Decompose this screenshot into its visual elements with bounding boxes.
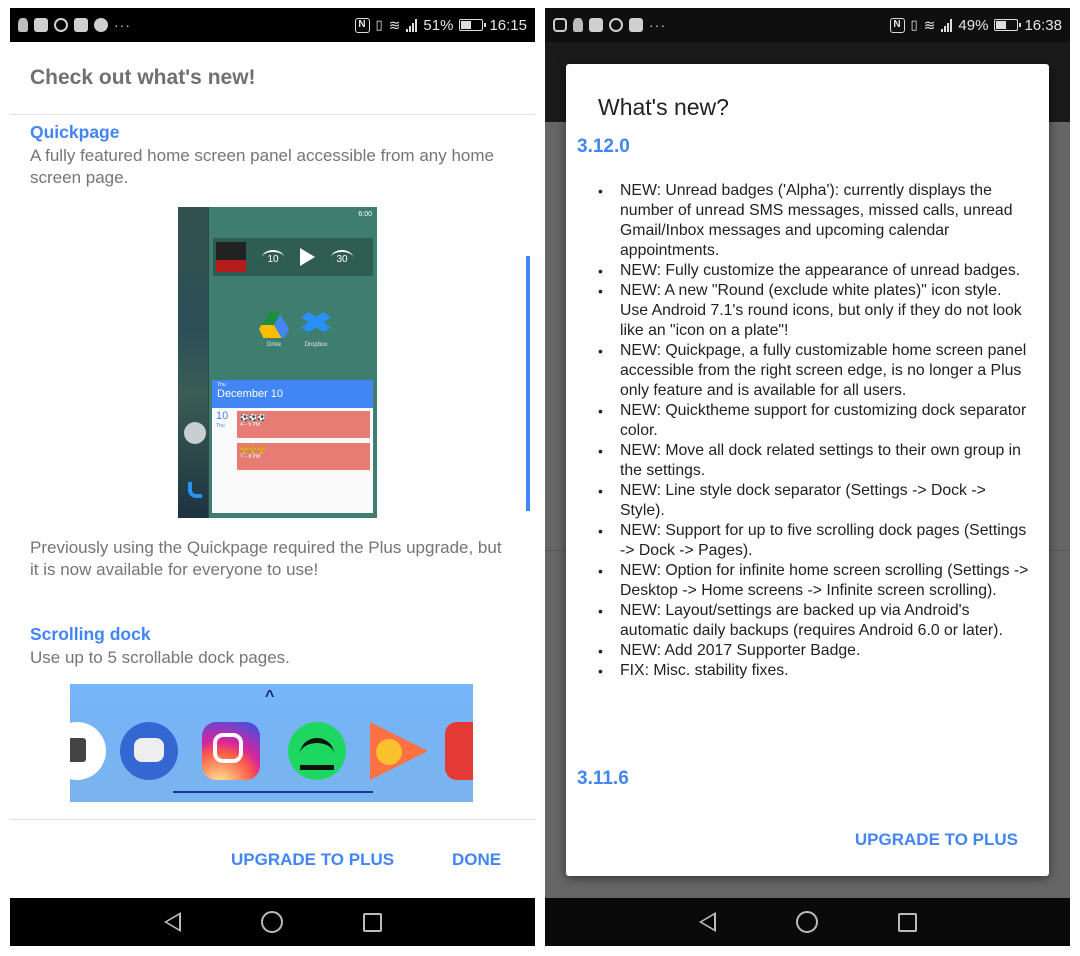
signal-icon bbox=[406, 18, 418, 32]
cal-day: 10 Thu bbox=[216, 410, 229, 430]
messenger-icon bbox=[94, 18, 108, 32]
quickpage-screenshot: 6:00 10 30 Drive Dropbox Thu December 10… bbox=[178, 207, 377, 518]
done-button[interactable]: DONE bbox=[452, 850, 501, 870]
right-phone-screen: ··· N ▯ ≋ 49% 16:38 What's new? 3.12.0 N… bbox=[545, 8, 1070, 946]
rewind-icon: 10 bbox=[262, 249, 284, 265]
youtube-icon bbox=[445, 722, 473, 780]
signal-icon bbox=[941, 18, 953, 32]
feature-desc-scrolling-dock: Use up to 5 scrollable dock pages. bbox=[30, 648, 290, 667]
whatsapp-icon bbox=[609, 18, 623, 32]
briefcase-icon bbox=[34, 18, 48, 32]
clock: 16:15 bbox=[489, 16, 527, 34]
changelog-item: NEW: Move all dock related settings to t… bbox=[596, 441, 1033, 481]
feature-desc-quickpage: A fully featured home screen panel acces… bbox=[30, 146, 494, 187]
instagram-icon bbox=[202, 722, 260, 780]
wallpaper bbox=[178, 207, 208, 518]
dropbox-app: Dropbox bbox=[301, 312, 331, 348]
notification-icons: ··· bbox=[553, 17, 666, 33]
more-notifications-icon: ··· bbox=[649, 17, 666, 33]
google-icon bbox=[184, 422, 206, 444]
chevron-up-icon: ^ bbox=[265, 688, 275, 705]
feature-title-quickpage: Quickpage bbox=[30, 122, 120, 142]
media-widget: 10 30 bbox=[213, 238, 373, 276]
changelog-item: NEW: Option for infinite home screen scr… bbox=[596, 561, 1033, 601]
dialog-title: What's new? bbox=[598, 94, 729, 120]
changelog-item: NEW: Line style dock separator (Settings… bbox=[596, 481, 1033, 521]
nfc-icon: N bbox=[889, 17, 905, 33]
changelog-item: NEW: Unread badges ('Alpha'): currently … bbox=[596, 181, 1033, 261]
dropbox-icon bbox=[301, 312, 331, 333]
phone-icon bbox=[188, 482, 202, 498]
forward-icon: 30 bbox=[331, 249, 353, 265]
nav-bar bbox=[545, 898, 1070, 946]
changelog-item: NEW: Quickpage, a fully customizable hom… bbox=[596, 341, 1033, 401]
spotify-icon bbox=[288, 722, 346, 780]
status-bar: ··· N ▯ ≋ 49% 16:38 bbox=[545, 8, 1070, 42]
recents-icon[interactable] bbox=[362, 912, 382, 932]
scrollbar[interactable] bbox=[526, 256, 530, 511]
upgrade-to-plus-button[interactable]: UPGRADE TO PLUS bbox=[231, 850, 394, 870]
feature-title-scrolling-dock: Scrolling dock bbox=[30, 624, 151, 644]
feature-note-quickpage: Previously using the Quickpage required … bbox=[30, 538, 502, 579]
briefcase-icon bbox=[589, 18, 603, 32]
whatsapp-icon bbox=[54, 18, 68, 32]
left-phone-screen: ··· N ▯ ≋ 51% 16:15 Check out what's new… bbox=[10, 8, 535, 946]
version-heading: 3.11.6 bbox=[577, 768, 629, 789]
whats-new-dialog: What's new? 3.12.0 NEW: Unread badges ('… bbox=[566, 64, 1049, 876]
changelog-item: NEW: Support for up to five scrolling do… bbox=[596, 521, 1033, 561]
album-art bbox=[216, 242, 246, 272]
messages-icon bbox=[120, 722, 178, 780]
wifi-icon: ≋ bbox=[923, 16, 936, 33]
nfc-icon: N bbox=[354, 17, 370, 33]
vibrate-icon: ▯ bbox=[375, 17, 383, 32]
quickpage-panel: 6:00 10 30 Drive Dropbox Thu December 10… bbox=[209, 207, 377, 518]
changelog-item: NEW: Quicktheme support for customizing … bbox=[596, 401, 1033, 441]
dock-separator bbox=[173, 791, 373, 793]
back-icon[interactable] bbox=[698, 912, 716, 932]
vibrate-icon: ▯ bbox=[910, 17, 918, 32]
drive-app: Drive bbox=[259, 312, 289, 348]
more-notifications-icon: ··· bbox=[114, 17, 131, 33]
home-icon[interactable] bbox=[795, 911, 818, 933]
preview-clock: 6:00 bbox=[358, 211, 372, 218]
notification-icons: ··· bbox=[18, 17, 131, 33]
page-title: Check out what's new! bbox=[30, 66, 256, 89]
youtube-icon bbox=[74, 18, 88, 32]
version-heading: 3.12.0 bbox=[577, 136, 630, 157]
changelog-item: NEW: Fully customize the appearance of u… bbox=[596, 261, 1033, 281]
scrolling-dock-screenshot: ^ bbox=[70, 684, 473, 802]
camera-icon bbox=[70, 722, 106, 780]
changelog-item: FIX: Misc. stability fixes. bbox=[596, 661, 1033, 681]
recents-icon[interactable] bbox=[897, 912, 917, 932]
nav-bar bbox=[10, 898, 535, 946]
changelog-item: NEW: A new "Round (exclude white plates)… bbox=[596, 281, 1033, 341]
feature-list: Quickpage A fully featured home screen p… bbox=[30, 122, 517, 189]
changelog-list: NEW: Unread badges ('Alpha'): currently … bbox=[596, 181, 1033, 681]
back-icon[interactable] bbox=[163, 912, 181, 932]
changelog-item: NEW: Add 2017 Supporter Badge. bbox=[596, 641, 1033, 661]
drive-icon bbox=[259, 312, 289, 338]
battery-icon bbox=[459, 19, 487, 31]
clock: 16:38 bbox=[1024, 16, 1062, 34]
upgrade-to-plus-button[interactable]: UPGRADE TO PLUS bbox=[855, 830, 1018, 850]
battery-percent: 51% bbox=[423, 16, 454, 34]
person-icon bbox=[18, 18, 28, 32]
home-icon[interactable] bbox=[260, 911, 283, 933]
play-icon bbox=[300, 248, 315, 266]
calendar-widget: Thu December 10 10 Thu ⚽⚽⚽ 4 – 5 PM 🍔🍔🍔 7 –… bbox=[212, 380, 373, 513]
cal-event: 🍔🍔🍔 7 – 8 PM bbox=[237, 443, 370, 470]
divider bbox=[10, 819, 535, 820]
person-icon bbox=[573, 18, 583, 32]
play-music-icon bbox=[370, 722, 428, 780]
youtube-icon bbox=[629, 18, 643, 32]
wifi-icon: ≋ bbox=[388, 16, 401, 33]
instagram-icon bbox=[553, 18, 567, 32]
cal-date: December 10 bbox=[217, 388, 284, 400]
status-bar: ··· N ▯ ≋ 51% 16:15 bbox=[10, 8, 535, 42]
battery-icon bbox=[994, 19, 1022, 31]
changelog-item: NEW: Layout/settings are backed up via A… bbox=[596, 601, 1033, 641]
battery-percent: 49% bbox=[958, 16, 989, 34]
cal-event: ⚽⚽⚽ 4 – 5 PM bbox=[237, 411, 370, 438]
divider bbox=[10, 114, 535, 115]
